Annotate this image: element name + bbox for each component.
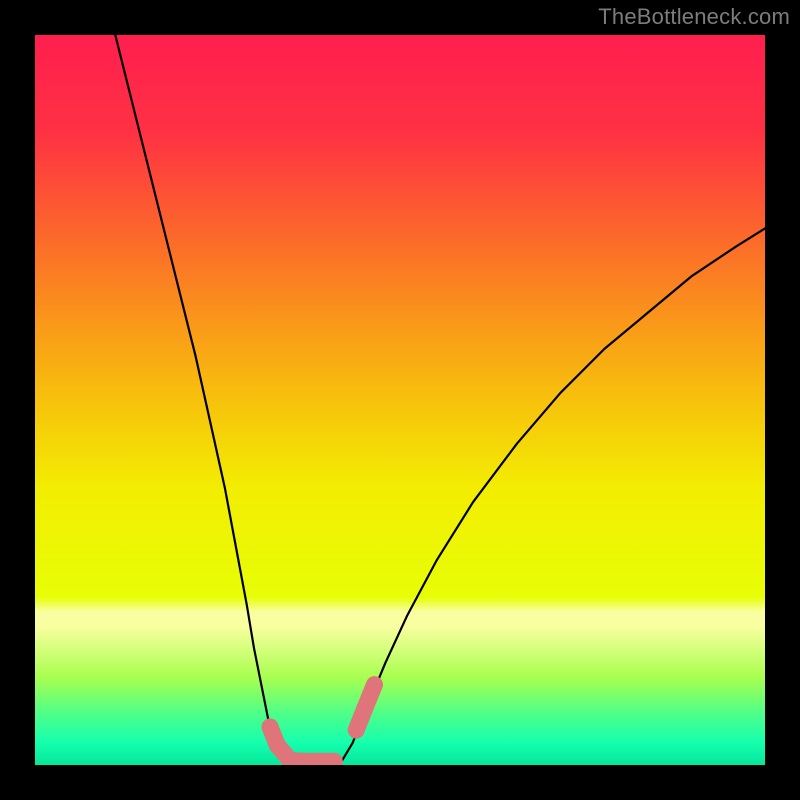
marker-connector bbox=[365, 685, 374, 708]
plot-area bbox=[35, 35, 765, 765]
watermark-text: TheBottleneck.com bbox=[598, 4, 790, 30]
chart-frame: TheBottleneck.com bbox=[0, 0, 800, 800]
gradient-background bbox=[35, 35, 765, 765]
chart-svg bbox=[35, 35, 765, 765]
